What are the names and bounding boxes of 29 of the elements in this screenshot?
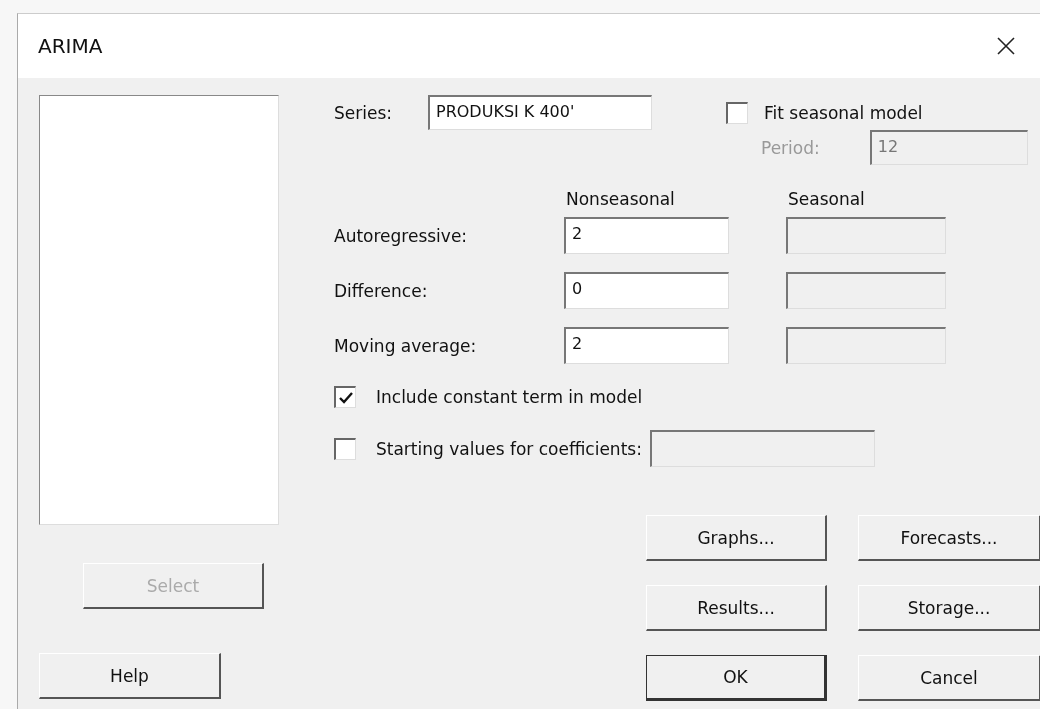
check-icon xyxy=(337,390,354,405)
window-title: ARIMA xyxy=(38,34,104,58)
option-checkbox[interactable] xyxy=(334,437,356,460)
dialog-button[interactable]: OK xyxy=(646,655,827,701)
dialog-button[interactable]: Results... xyxy=(646,585,827,631)
order-label: Autoregressive: xyxy=(334,225,469,246)
fit-seasonal-checkbox[interactable] xyxy=(726,101,748,124)
series-label: Series: xyxy=(334,102,393,123)
fit-seasonal-label: Fit seasonal model xyxy=(764,102,923,123)
order-label: Difference: xyxy=(334,280,429,301)
period-label: Period: xyxy=(761,137,820,158)
column-header: Seasonal xyxy=(787,189,866,209)
dialog-button[interactable]: Graphs... xyxy=(646,515,827,561)
column-header: Nonseasonal xyxy=(565,189,676,209)
seasonal-field[interactable] xyxy=(786,272,946,309)
nonseasonal-field[interactable]: 0 xyxy=(564,272,729,309)
dialog-button[interactable]: Storage... xyxy=(858,585,1040,631)
nonseasonal-field[interactable]: 2 xyxy=(564,327,729,364)
help-button[interactable]: Help xyxy=(39,653,221,699)
option-label: Include constant term in model xyxy=(376,387,643,407)
series-field[interactable]: PRODUKSI K 400' xyxy=(428,95,652,130)
order-label: Moving average: xyxy=(334,335,478,356)
close-icon[interactable] xyxy=(996,36,1016,56)
nonseasonal-field[interactable]: 2 xyxy=(564,217,729,254)
dialog-button[interactable]: Forecasts... xyxy=(858,515,1040,561)
option-label: Starting values for coefficients: xyxy=(376,438,642,459)
seasonal-field[interactable] xyxy=(786,327,946,364)
dialog-button[interactable]: Cancel xyxy=(858,655,1040,701)
option-checkbox[interactable] xyxy=(334,386,356,408)
